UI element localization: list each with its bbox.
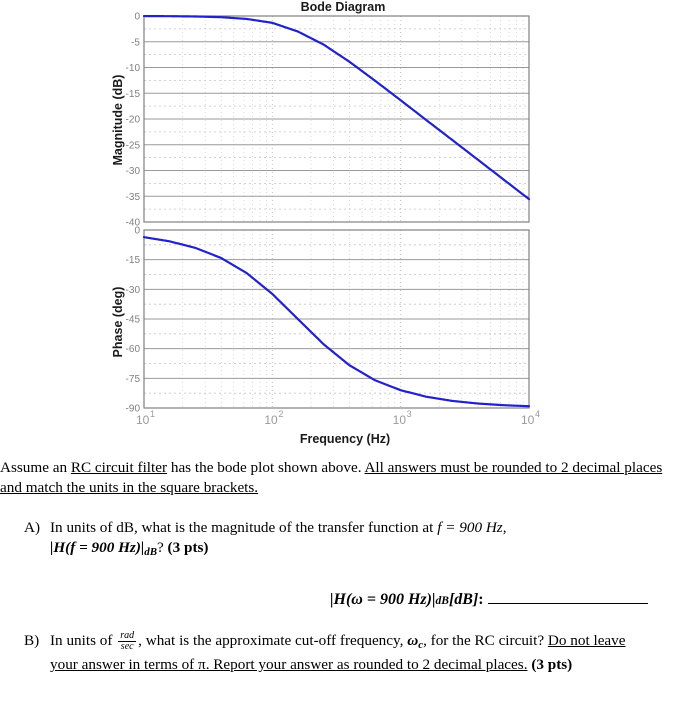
question-b-text-before: In units of	[50, 632, 117, 650]
question-a-line-2: |H(f = 900 Hz)|dB? (3 pts)	[0, 538, 687, 562]
phase-tick-label: -15	[126, 255, 141, 266]
frequency-tick-exponent: 1	[150, 409, 155, 419]
bode-plot-svg: Bode Diagram Magnitude (dB) Phase (deg) …	[111, 0, 540, 446]
magnitude-tick-label: -30	[126, 166, 141, 177]
question-a-expression: |H(f = 900 Hz)|	[50, 539, 145, 556]
question-a-block: A) In units of dB, what is the magnitude…	[0, 518, 687, 562]
magnitude-subplot: 0-5-10-15-20-25-30-35-40	[126, 12, 531, 229]
phase-subplot: 0-15-30-45-60-75-90	[126, 226, 531, 415]
frequency-tick-base: 10	[393, 413, 407, 427]
question-a-text-after: ,	[502, 519, 507, 536]
magnitude-tick-label: -25	[126, 140, 141, 151]
frequency-axis-label: Frequency (Hz)	[300, 432, 390, 446]
rad-per-sec-fraction: rad sec	[118, 631, 137, 653]
answer-blank-a[interactable]	[487, 588, 648, 605]
question-b-letter: B)	[24, 632, 40, 650]
answer-prompt-colon: :	[478, 591, 484, 609]
phase-tick-label: -45	[126, 315, 141, 326]
frequency-tick-exponent: 2	[278, 409, 283, 419]
intro-paragraph: Assume an RC circuit filter has the bode…	[0, 458, 687, 498]
frequency-tick-base: 10	[264, 413, 278, 427]
frequency-tick-exponent: 3	[407, 409, 412, 419]
answer-prompt-row: |H(ω = 900 Hz)| dB [dB] :	[0, 588, 687, 611]
question-b-text: In units of rad sec, what is the approxim…	[50, 631, 687, 655]
magnitude-tick-label: -5	[131, 37, 140, 48]
question-a-text: In units of dB, what is the magnitude of…	[50, 518, 687, 538]
question-b-text-mid: , what is the approximate cut-off freque…	[138, 632, 408, 650]
question-a-letter: A)	[24, 519, 41, 536]
question-b-line-2: your answer in terms of π. Report your a…	[0, 655, 687, 675]
answer-prompt-subscript: dB	[435, 595, 449, 608]
frequency-tick-base: 10	[521, 413, 535, 427]
question-a-math-f900: f = 900 Hz	[437, 519, 503, 536]
question-b-text-after: , for the RC circuit?	[423, 632, 548, 650]
magnitude-tick-label: 0	[134, 12, 140, 23]
phase-tick-label: 0	[134, 226, 140, 237]
question-b-line-1: B) In units of rad sec, what is the appro…	[0, 631, 687, 655]
magnitude-axis-label: Magnitude (dB)	[111, 75, 125, 166]
frequency-tick-exponent: 4	[535, 409, 540, 419]
question-a-text-before: In units of dB, what is the magnitude of…	[50, 519, 438, 536]
question-a-expression-subscript: dB	[144, 546, 157, 559]
question-prose: Assume an RC circuit filter has the bode…	[0, 458, 687, 675]
answer-prompt-expression: |H(ω = 900 Hz)|	[330, 591, 436, 609]
question-b-block: B) In units of rad sec, what is the appro…	[0, 631, 687, 675]
phase-axis-label: Phase (deg)	[111, 287, 125, 358]
magnitude-tick-label: -15	[126, 89, 141, 100]
question-b-points: (3 pts)	[527, 656, 573, 674]
magnitude-tick-label: -20	[126, 115, 141, 126]
question-b-underlined-1: Do not leave	[547, 632, 626, 650]
answer-prompt-units: [dB]	[448, 591, 479, 609]
phase-tick-label: -75	[126, 374, 141, 385]
rc-circuit-filter-underlined: RC circuit filter	[70, 459, 168, 476]
chart-title: Bode Diagram	[301, 0, 386, 14]
intro-text-b: has the bode plot shown above.	[167, 459, 365, 476]
phase-tick-label: -60	[126, 344, 141, 355]
intro-text-a: Assume an	[0, 459, 71, 476]
omega-symbol: ω	[407, 632, 419, 650]
question-a-question-mark: ?	[157, 539, 168, 556]
question-a-points: (3 pts)	[167, 539, 209, 556]
frequency-tick-base: 10	[136, 413, 150, 427]
phase-tick-label: -30	[126, 285, 141, 296]
bode-diagram-figure: Bode Diagram Magnitude (dB) Phase (deg) …	[0, 0, 687, 455]
magnitude-tick-label: -35	[126, 192, 141, 203]
question-b-underlined-2: your answer in terms of π. Report your a…	[50, 656, 528, 674]
question-a-line-1: A) In units of dB, what is the magnitude…	[0, 518, 687, 538]
magnitude-tick-label: -10	[126, 63, 141, 74]
fraction-denominator: sec	[120, 641, 134, 653]
frequency-tick-labels: 10 1 10 2 10 3 10 4	[136, 409, 540, 427]
